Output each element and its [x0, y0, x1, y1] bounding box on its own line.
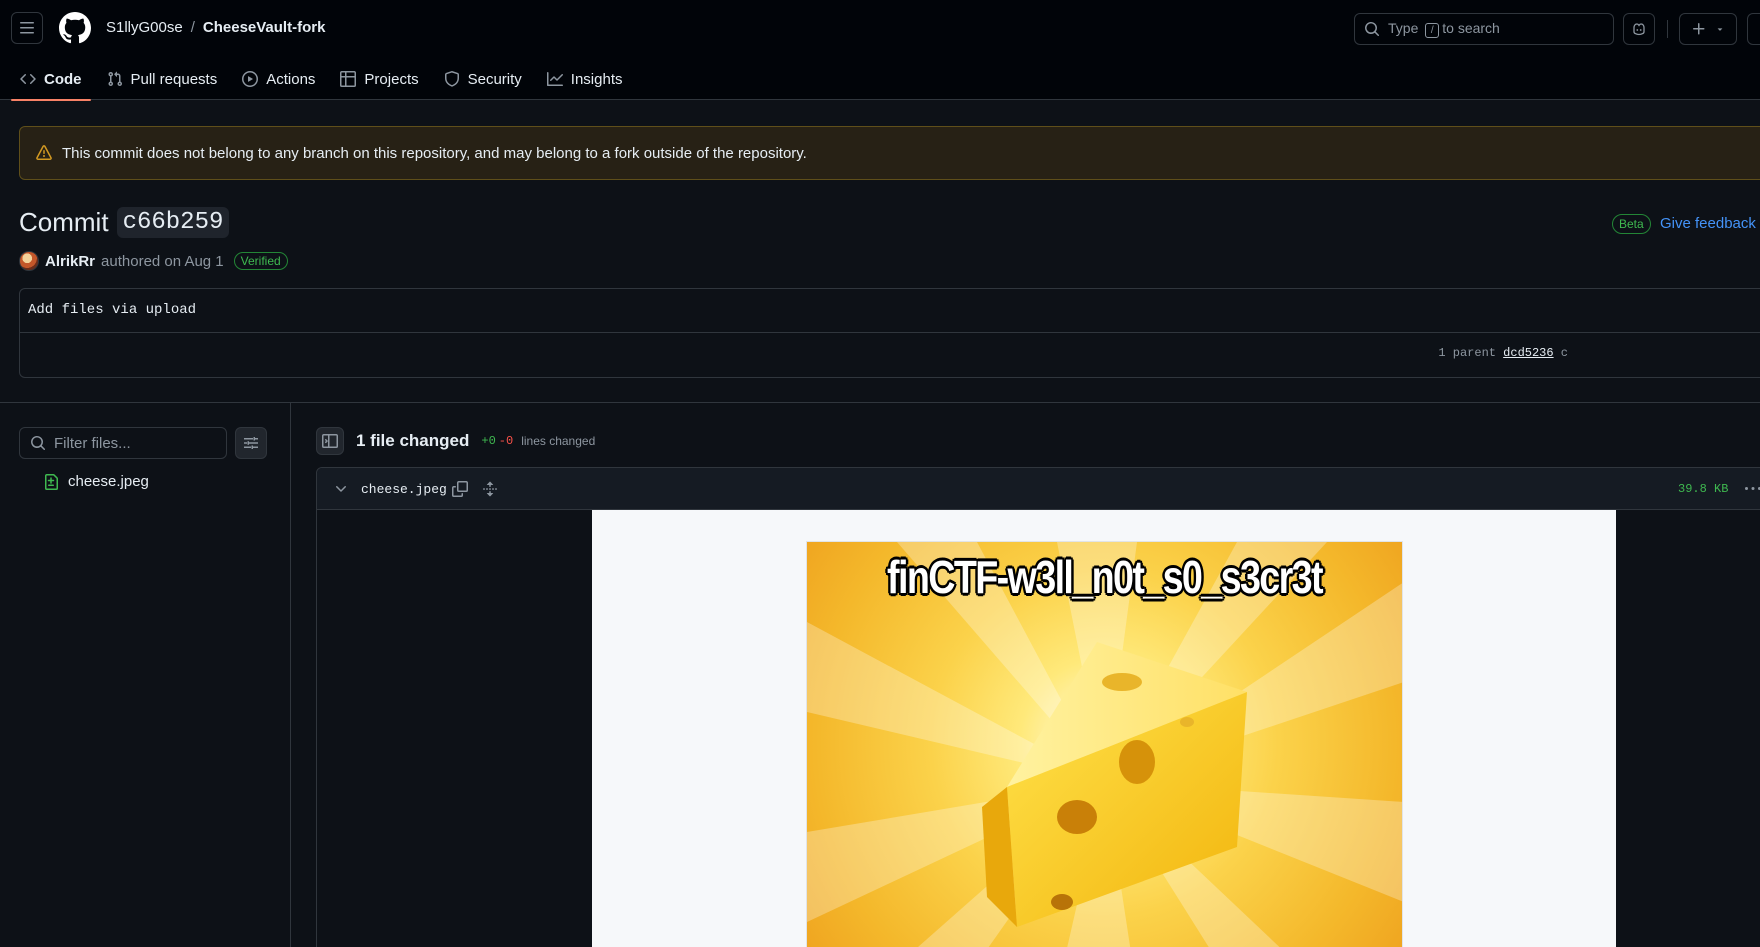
tab-pull-requests[interactable]: Pull requests [98, 58, 227, 100]
graph-icon [546, 72, 563, 86]
commit-author-row: AlrikRr authored on Aug 1 Verified [19, 251, 288, 271]
tab-actions[interactable]: Actions [233, 58, 324, 100]
search-shortcut-key: / [1425, 23, 1440, 38]
files-changed-count: 1 file changed [356, 431, 470, 450]
banner-text: This commit does not belong to any branc… [62, 144, 807, 162]
table-icon [340, 71, 357, 87]
git-pull-request-icon [107, 71, 122, 87]
copy-icon [452, 481, 468, 497]
copilot-button[interactable] [1623, 13, 1655, 45]
author-link[interactable]: AlrikRr [45, 253, 95, 270]
tab-insights-label: Insights [570, 70, 623, 88]
commit-parent-info: 1 parent dcd5236 c [1438, 346, 1568, 360]
tab-security-label: Security [467, 70, 522, 88]
copilot-icon [1633, 23, 1645, 36]
parent-label: 1 parent [1438, 346, 1496, 360]
search-input[interactable]: Type / to search [1354, 13, 1614, 45]
file-diff-body: finCTF-w3ll_n0t_s0_s3cr3t [317, 510, 1760, 947]
header-divider [1667, 20, 1668, 38]
sliders-icon [244, 437, 258, 449]
avatar[interactable] [19, 251, 39, 271]
expand-all-button[interactable] [482, 481, 498, 497]
beta-badge: Beta [1612, 214, 1651, 234]
file-tree-item[interactable]: cheese.jpeg [43, 473, 149, 490]
play-icon [242, 71, 259, 87]
repo-name-link[interactable]: CheeseVault-fork [203, 19, 326, 36]
repo-owner-link[interactable]: S1llyG00se [106, 19, 183, 36]
tab-pull-requests-label: Pull requests [130, 70, 218, 88]
parent-truncated-text: c [1560, 346, 1568, 360]
image-preview-frame: finCTF-w3ll_n0t_s0_s3cr3t [592, 510, 1616, 947]
sidebar-collapse-icon [322, 434, 338, 448]
cheese-image: finCTF-w3ll_n0t_s0_s3cr3t [806, 541, 1403, 947]
commit-message: Add files via upload [20, 289, 1760, 333]
filter-files-input[interactable]: Filter files... [19, 427, 227, 459]
tab-insights[interactable]: Insights [538, 58, 632, 100]
file-diff-header: cheese.jpeg 39.8 KB [317, 468, 1760, 510]
toggle-sidebar-button[interactable] [316, 427, 344, 455]
triangle-down-icon [1717, 28, 1723, 31]
cheese-wedge-illustration [982, 642, 1247, 927]
menu-button[interactable] [11, 12, 43, 44]
kebab-horizontal-icon [1745, 487, 1760, 490]
create-new-button[interactable] [1679, 13, 1737, 45]
additions-count: +0 [481, 434, 496, 448]
alert-icon [36, 145, 52, 160]
commit-title-word: Commit [19, 207, 109, 237]
copy-path-button[interactable] [452, 481, 468, 497]
code-icon [20, 73, 36, 85]
search-placeholder-prefix: Type [1388, 20, 1419, 36]
parent-sha-link[interactable]: dcd5236 [1503, 346, 1553, 360]
search-placeholder-suffix: to search [1442, 20, 1500, 36]
file-added-icon [45, 473, 58, 490]
collapse-file-button[interactable] [333, 481, 349, 497]
chevron-down-icon [336, 486, 346, 492]
search-icon [31, 436, 46, 451]
file-tree-sidebar: Filter files... cheese.jpeg [0, 403, 291, 947]
tab-projects[interactable]: Projects [331, 58, 427, 100]
file-tree-item-label: cheese.jpeg [68, 473, 149, 490]
filter-placeholder: Filter files... [54, 434, 131, 452]
breadcrumb-separator: / [190, 19, 195, 36]
image-caption: finCTF-w3ll_n0t_s0_s3cr3t [887, 551, 1324, 603]
commit-message-box: Add files via upload 1 parent dcd5236 c [19, 288, 1760, 378]
deletions-count: -0 [498, 434, 514, 448]
app-header: S1llyG00se / CheeseVault-fork Type / to s… [0, 0, 1760, 101]
tab-actions-label: Actions [266, 70, 316, 88]
plus-icon [1693, 23, 1705, 35]
tab-code[interactable]: Code [11, 58, 91, 101]
lines-changed-label: lines changed [521, 434, 596, 448]
unfold-icon [483, 481, 497, 497]
search-icon [1365, 22, 1380, 37]
authored-date: authored on Aug 1 [101, 252, 224, 270]
issues-button[interactable] [1747, 13, 1760, 45]
diff-summary: 1 file changed +0 -0 lines changed [316, 427, 595, 455]
repo-tabs: Code Pull requests Actions Projects Secu… [11, 58, 639, 101]
commit-sha: c66b259 [116, 207, 230, 238]
tab-projects-label: Projects [364, 70, 419, 88]
page-title: Commit c66b259 [19, 207, 230, 238]
file-diff-card: cheese.jpeg 39.8 KB finCTF-w3ll_n0t_s0_s… [316, 467, 1760, 947]
file-options-button[interactable] [1745, 481, 1760, 497]
diff-file-name[interactable]: cheese.jpeg [361, 482, 447, 497]
three-bars-icon [20, 22, 34, 34]
breadcrumb: S1llyG00se / CheeseVault-fork [106, 19, 325, 36]
fork-warning-banner: This commit does not belong to any branc… [19, 126, 1760, 180]
verified-badge[interactable]: Verified [233, 252, 288, 270]
file-size: 39.8 KB [1678, 482, 1729, 496]
github-logo-icon[interactable] [59, 12, 91, 44]
give-feedback-link[interactable]: Give feedback [1660, 215, 1756, 232]
filter-options-button[interactable] [235, 427, 267, 459]
shield-icon [444, 71, 459, 87]
tab-code-label: Code [44, 70, 82, 88]
tab-security[interactable]: Security [435, 58, 531, 100]
